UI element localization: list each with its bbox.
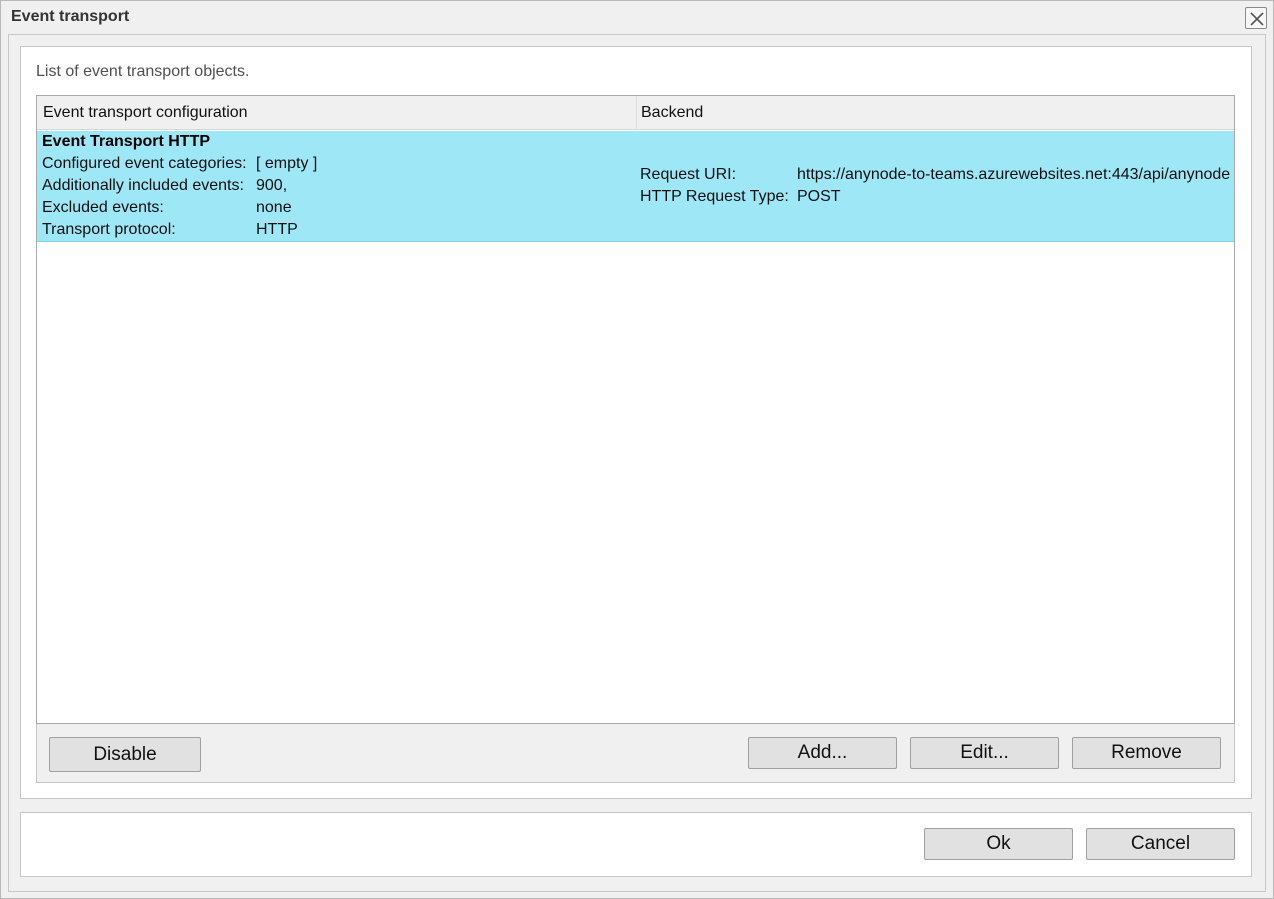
remove-button[interactable]: Remove — [1072, 737, 1221, 769]
config-value: 900, — [256, 177, 288, 194]
ok-button[interactable]: Ok — [924, 828, 1073, 860]
event-transport-table: Event transport configuration Backend Ev… — [36, 95, 1235, 724]
dialog-footer: Ok Cancel — [20, 812, 1252, 877]
cancel-button[interactable]: Cancel — [1086, 828, 1235, 860]
row-title: Event Transport HTTP — [42, 133, 211, 150]
backend-value: POST — [797, 188, 841, 205]
table-row[interactable]: Event Transport HTTP Configured event ca… — [37, 131, 1234, 242]
config-value: HTTP — [256, 221, 298, 238]
edit-button[interactable]: Edit... — [910, 737, 1059, 769]
title-bar: Event transport — [1, 1, 1273, 33]
table-header: Event transport configuration Backend — [37, 96, 1234, 130]
description-text: List of event transport objects. — [36, 63, 250, 80]
config-label: Configured event categories: — [42, 155, 247, 172]
backend-cell: Request URI: https://anynode-to-teams.az… — [640, 131, 1234, 241]
add-button[interactable]: Add... — [748, 737, 897, 769]
disable-button[interactable]: Disable — [49, 737, 201, 772]
backend-value: https://anynode-to-teams.azurewebsites.n… — [797, 166, 1231, 183]
config-label: Excluded events: — [42, 199, 164, 216]
close-button[interactable] — [1245, 7, 1267, 29]
backend-label: HTTP Request Type: — [640, 188, 789, 205]
config-label: Additionally included events: — [42, 177, 244, 194]
config-value: none — [256, 199, 292, 216]
config-label: Transport protocol: — [42, 221, 176, 238]
table-action-bar: Disable Add... Edit... Remove — [36, 724, 1235, 783]
backend-label: Request URI: — [640, 166, 737, 183]
column-header-backend[interactable]: Backend — [637, 96, 1234, 130]
dialog-title: Event transport — [11, 8, 130, 25]
column-header-configuration[interactable]: Event transport configuration — [37, 96, 637, 130]
config-value: [ empty ] — [256, 155, 318, 172]
close-icon — [1250, 12, 1264, 26]
